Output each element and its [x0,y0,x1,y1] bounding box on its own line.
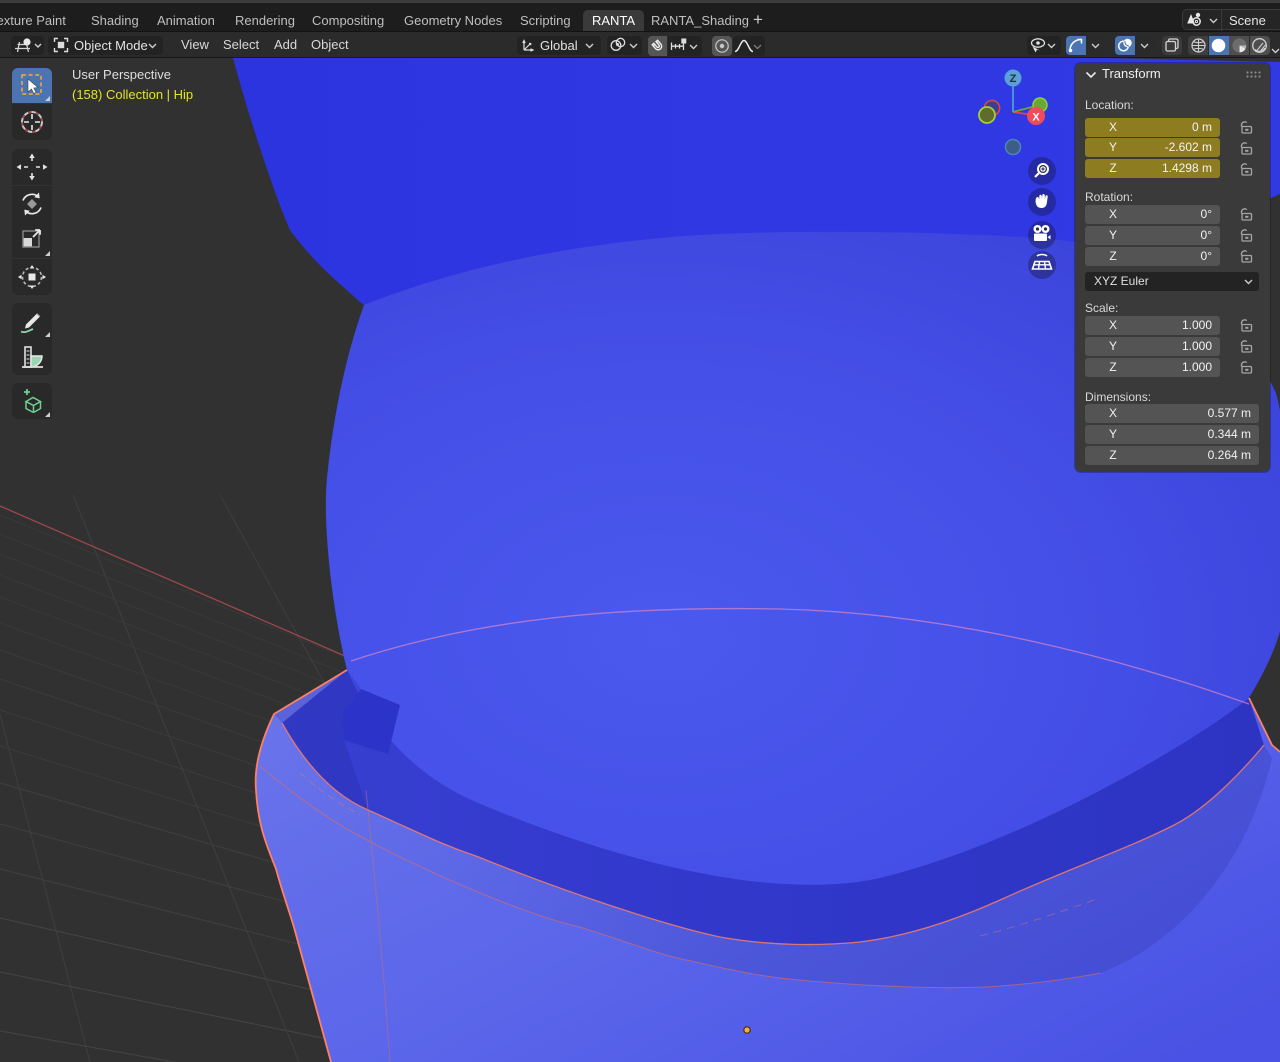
svg-text:X: X [1032,112,1040,124]
svg-text:Z: Z [1010,73,1017,85]
